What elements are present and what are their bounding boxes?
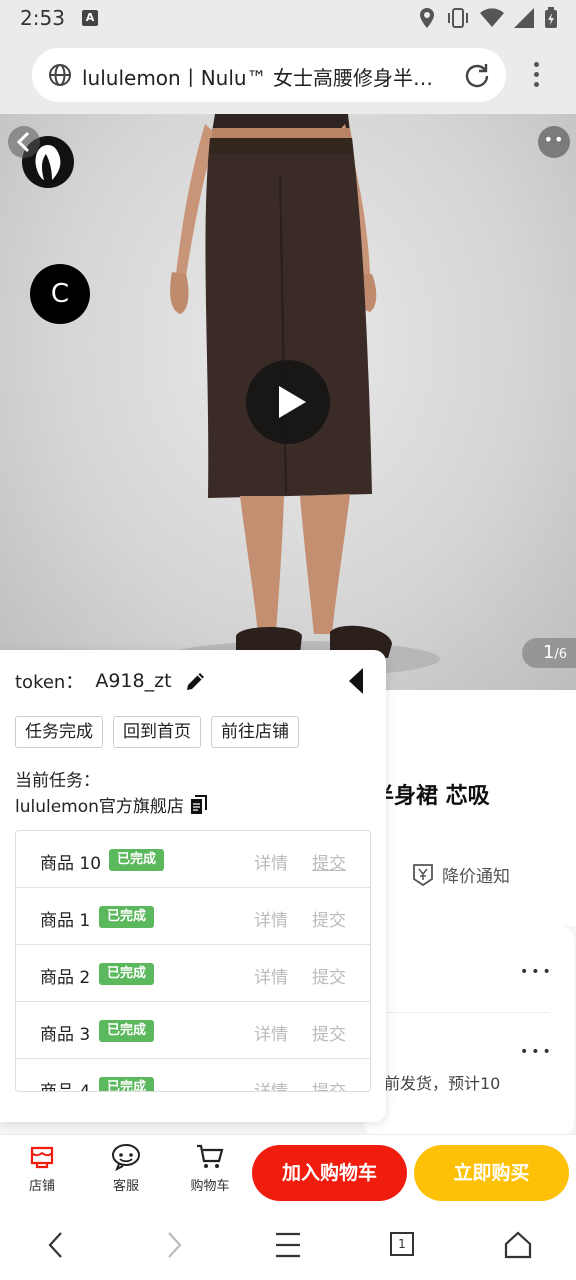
price-tag-icon	[413, 863, 433, 886]
table-row: 商品 10 已完成 详情 提交	[16, 831, 370, 888]
tab-count: 1	[390, 1232, 414, 1256]
shipping-info: 前发货，预计10	[384, 1074, 501, 1093]
status-bar: 2:53 A	[0, 0, 576, 36]
status-icons	[418, 6, 558, 30]
submit-link[interactable]: 提交	[312, 849, 346, 874]
task-complete-button[interactable]: 任务完成	[15, 716, 103, 748]
price-alert-label: 降价通知	[442, 867, 510, 887]
status-badge: 已完成	[99, 963, 155, 985]
submit-link[interactable]: 提交	[312, 1077, 346, 1091]
token-row: token： A918_zt	[15, 668, 208, 694]
add-to-cart-button[interactable]: 加入购物车	[252, 1145, 407, 1201]
status-badge: 已完成	[99, 906, 155, 928]
store-label: 店铺	[28, 1179, 55, 1194]
detail-link[interactable]: 详情	[254, 1077, 288, 1091]
service-label: 客服	[112, 1179, 139, 1194]
cart-tab[interactable]: 购物车	[180, 1143, 240, 1194]
cart-label: 购物车	[190, 1179, 230, 1194]
more-button[interactable]: ••	[538, 126, 570, 158]
vibrate-icon	[448, 8, 468, 28]
item-name: 商品 2	[40, 968, 91, 988]
service-tab[interactable]: 客服	[96, 1143, 156, 1194]
back-nav-icon[interactable]	[36, 1228, 76, 1262]
item-name: 商品 4	[40, 1082, 91, 1092]
back-button[interactable]	[8, 126, 40, 158]
copy-icon[interactable]	[190, 794, 208, 815]
collapse-panel-icon[interactable]	[346, 666, 366, 696]
divider	[364, 1012, 550, 1013]
table-row: 商品 4 已完成 详情 提交	[16, 1059, 370, 1092]
detail-link[interactable]: 详情	[254, 849, 288, 874]
chevron-left-icon	[16, 131, 30, 153]
price-alert-button[interactable]: 降价通知	[412, 862, 510, 887]
back-to-home-button[interactable]: 回到首页	[113, 716, 201, 748]
item-name: 商品 1	[40, 911, 91, 931]
signal-icon	[514, 8, 534, 28]
details-card	[364, 926, 574, 1136]
play-icon	[279, 386, 306, 418]
task-store-name: lululemon官方旗舰店	[15, 797, 184, 817]
menu-icon[interactable]	[268, 1228, 308, 1262]
browser-toolbar: lululemon丨Nulu™ 女士高腰修身半…	[0, 36, 576, 114]
detail-link[interactable]: 详情	[254, 1020, 288, 1045]
status-time: 2:53	[20, 6, 65, 30]
browser-menu-icon[interactable]	[530, 62, 542, 92]
play-video-button[interactable]	[246, 360, 330, 444]
detail-link[interactable]: 详情	[254, 963, 288, 988]
floating-c-button[interactable]: C	[30, 264, 90, 324]
task-panel: token： A918_zt 任务完成 回到首页 前往店铺 当前任务： lulu…	[0, 650, 386, 1122]
image-counter: 1/6	[522, 638, 576, 668]
buy-now-button[interactable]: 立即购买	[414, 1145, 569, 1201]
item-name: 商品 10	[40, 854, 102, 874]
location-icon	[420, 8, 434, 28]
tabs-button[interactable]: 1	[382, 1228, 422, 1262]
image-counter-total: /6	[554, 647, 568, 662]
token-label: token：	[15, 672, 84, 693]
cart-icon	[197, 1144, 224, 1168]
current-task-label: 当前任务：	[15, 771, 100, 791]
more-options-icon[interactable]: •••	[520, 964, 554, 980]
battery-icon	[545, 7, 557, 28]
detail-link[interactable]: 详情	[254, 906, 288, 931]
status-badge: 已完成	[109, 849, 165, 871]
bottom-action-bar: 店铺 客服 购物车 加入购物车 立即购买	[0, 1134, 576, 1210]
panel-actions: 任务完成 回到首页 前往店铺	[15, 716, 299, 748]
store-icon	[30, 1146, 54, 1169]
status-badge: 已完成	[99, 1077, 155, 1091]
task-item-list[interactable]: 商品 10 已完成 详情 提交 商品 1 已完成 详情 提交 商品 2 已完成 …	[15, 830, 371, 1092]
globe-icon	[49, 64, 71, 86]
store-tab[interactable]: 店铺	[12, 1143, 72, 1194]
reload-icon[interactable]	[464, 62, 490, 88]
image-counter-current: 1	[542, 642, 555, 663]
forward-nav-icon[interactable]	[154, 1228, 194, 1262]
product-hero[interactable]: •• C 1/6	[0, 114, 576, 690]
url-text[interactable]: lululemon丨Nulu™ 女士高腰修身半…	[82, 62, 462, 91]
wifi-icon	[480, 8, 504, 27]
table-row: 商品 1 已完成 详情 提交	[16, 888, 370, 945]
token-value: A918_zt	[95, 670, 172, 692]
submit-link[interactable]: 提交	[312, 906, 346, 931]
go-to-store-button[interactable]: 前往店铺	[211, 716, 299, 748]
customer-service-icon	[112, 1144, 140, 1171]
status-badge: 已完成	[99, 1020, 155, 1042]
notification-icon: A	[82, 10, 98, 26]
submit-link[interactable]: 提交	[312, 963, 346, 988]
table-row: 商品 3 已完成 详情 提交	[16, 1002, 370, 1059]
table-row: 商品 2 已完成 详情 提交	[16, 945, 370, 1002]
current-task-store: lululemon官方旗舰店	[15, 792, 208, 817]
url-bar[interactable]: lululemon丨Nulu™ 女士高腰修身半…	[32, 48, 506, 102]
item-name: 商品 3	[40, 1025, 91, 1045]
browser-nav-bar: 1	[0, 1210, 576, 1280]
submit-link[interactable]: 提交	[312, 1020, 346, 1045]
edit-icon[interactable]	[184, 669, 208, 693]
product-title: 半身裙 芯吸	[372, 784, 490, 809]
more-options-icon[interactable]: •••	[520, 1044, 554, 1060]
home-icon[interactable]	[498, 1228, 538, 1262]
